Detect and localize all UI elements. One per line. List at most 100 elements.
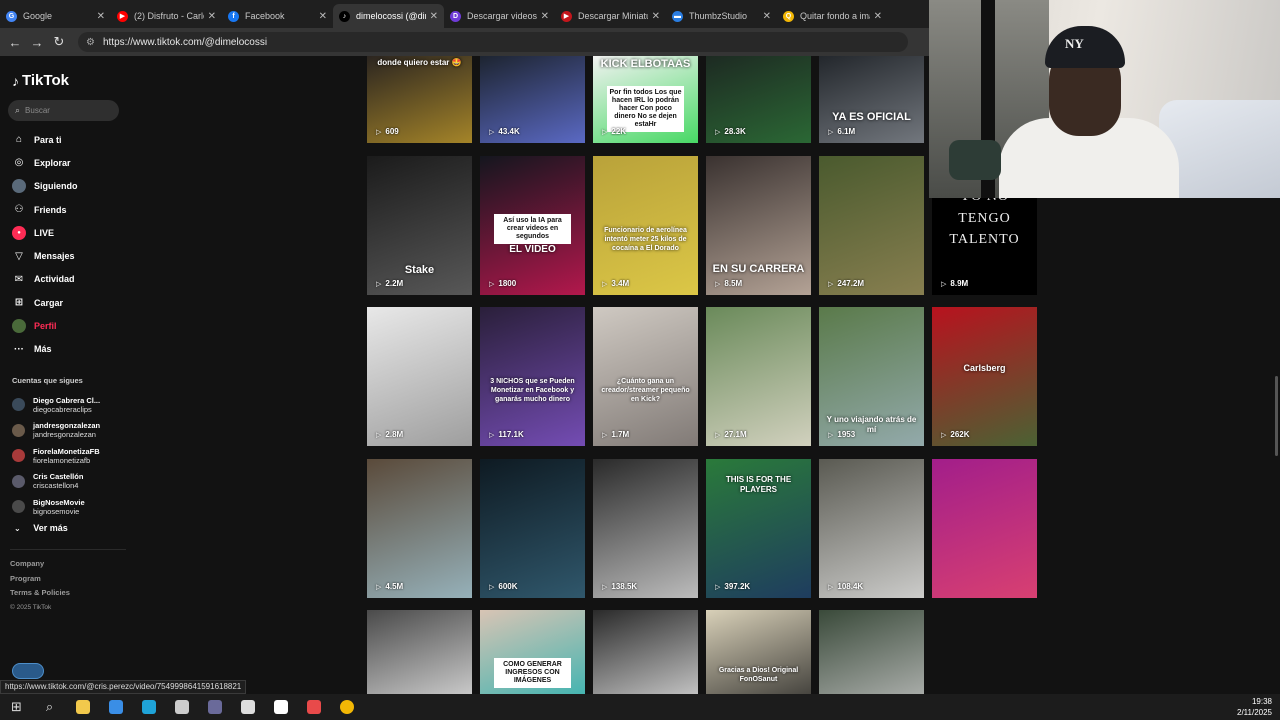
close-tab-icon[interactable]: ✕ xyxy=(208,11,216,22)
video-thumbnail[interactable]: EL VIDEO Así uso la IA para crear videos … xyxy=(480,156,585,295)
play-icon: ▷ xyxy=(489,280,495,288)
video-thumbnail[interactable]: Funcionario de aerolínea intentó meter 2… xyxy=(593,156,698,295)
video-thumbnail[interactable]: ▷ 28.3K xyxy=(706,56,811,143)
video-thumbnail[interactable]: Y uno viajando atrás de mí ▷ 1953 xyxy=(819,307,924,446)
close-tab-icon[interactable]: ✕ xyxy=(430,11,438,22)
url-text: https://www.tiktok.com/@dimelocossi xyxy=(102,36,268,48)
nav-item-label: Mensajes xyxy=(34,251,75,262)
video-thumbnail[interactable]: EN SU CARRERA ▷ 8.5M xyxy=(706,156,811,295)
video-thumbnail[interactable]: ▷ 108.4K xyxy=(819,459,924,598)
nav-item-friends[interactable]: ⚇ Friends xyxy=(12,198,122,221)
video-thumbnail[interactable]: THIS IS FOR THE PLAYERS ▷ 397.2K xyxy=(706,459,811,598)
sidebar: ♪ TikTok ⌕ Buscar ⌂ Para ti ◎ Explorar ● Sigu… xyxy=(0,56,128,694)
play-icon: ▷ xyxy=(376,280,382,288)
nav-item-siguiendo[interactable]: ● Siguiendo xyxy=(12,175,122,198)
store-icon[interactable] xyxy=(99,694,132,720)
nav-item-label: Cargar xyxy=(34,297,64,308)
video-thumbnail[interactable]: ▷ 4.5M xyxy=(367,459,472,598)
nav-item-label: Más xyxy=(34,344,52,355)
view-count-text: 2.2M xyxy=(385,279,404,288)
browser-tab[interactable]: ▬ ThumbzStudio ✕ xyxy=(666,4,777,28)
browser-tab[interactable]: G Google ✕ xyxy=(0,4,111,28)
forward-icon[interactable]: → xyxy=(26,35,48,50)
video-thumbnail[interactable]: ¿Cuánto gana un creador/streamer pequeño… xyxy=(593,307,698,446)
browser-tab[interactable]: ♪ dimelocossi (@dimelocossi) ✕ xyxy=(333,4,444,28)
video-thumbnail[interactable] xyxy=(819,610,924,694)
video-thumbnail[interactable]: 3 NICHOS que se Pueden Monetizar en Face… xyxy=(480,307,585,446)
nav-item-ms[interactable]: ··· Más xyxy=(12,338,122,361)
video-thumbnail[interactable]: YA ES OFICIAL ▷ 6.1M xyxy=(819,56,924,143)
floating-extension-button[interactable] xyxy=(12,663,44,679)
video-thumbnail[interactable]: Gracias a Dios! Original FonOSanut xyxy=(706,610,811,694)
following-account[interactable]: jandresgonzalezan jandresgonzalezan xyxy=(12,418,124,444)
windows-start-icon[interactable]: ⊞ xyxy=(0,694,33,720)
url-field[interactable]: ⚙ https://www.tiktok.com/@dimelocossi xyxy=(78,32,908,52)
close-tab-icon[interactable]: ✕ xyxy=(97,11,105,22)
video-thumbnail[interactable]: ▷ 600K xyxy=(480,459,585,598)
app2-icon[interactable] xyxy=(231,694,264,720)
nav-item-live[interactable]: ● LIVE xyxy=(12,221,122,244)
video-thumbnail[interactable] xyxy=(932,459,1037,598)
back-icon[interactable]: ← xyxy=(4,35,26,50)
search-icon[interactable]: ⌕ xyxy=(33,694,66,720)
footer-program-link[interactable]: Program xyxy=(10,572,70,587)
video-thumbnail[interactable]: COMO GENERAR INGRESOS CON IMÁGENES xyxy=(480,610,585,694)
play-icon: ▷ xyxy=(715,431,721,439)
video-thumbnail[interactable]: donde quiero estar 🤩 ▷ 609 xyxy=(367,56,472,143)
app-glyph xyxy=(273,700,288,714)
nav-item-actividad[interactable]: ✉ Actividad xyxy=(12,268,122,291)
obs-icon[interactable] xyxy=(198,694,231,720)
following-account[interactable]: Cris Castellón criscastellon4 xyxy=(12,469,124,495)
close-tab-icon[interactable]: ✕ xyxy=(319,11,327,22)
site-info-icon[interactable]: ⚙ xyxy=(86,37,95,48)
app-icon[interactable] xyxy=(165,694,198,720)
view-count-text: 8.5M xyxy=(724,279,743,288)
scrollbar-thumb[interactable] xyxy=(1275,376,1278,456)
browser-tab[interactable]: Q Quitar fondo a imagen ✕ xyxy=(777,4,888,28)
video-thumbnail[interactable]: ▷ 27.1M xyxy=(706,307,811,446)
browser-tab[interactable]: f Facebook ✕ xyxy=(222,4,333,28)
video-thumbnail[interactable]: KICK ELBOTAAS Por fin todos Los que hacen… xyxy=(593,56,698,143)
video-thumbnail[interactable]: Stake ▷ 2.2M xyxy=(367,156,472,295)
avatar xyxy=(12,500,25,514)
view-count: ▷ 247.2M xyxy=(828,279,864,288)
see-more-button[interactable]: ⌄ Ver más xyxy=(14,523,68,533)
nav-item-explorar[interactable]: ◎ Explorar xyxy=(12,151,122,174)
following-account[interactable]: BigNoseMovie bignosemovie xyxy=(12,494,124,520)
close-tab-icon[interactable]: ✕ xyxy=(652,11,660,22)
footer-company-link[interactable]: Company xyxy=(10,557,70,572)
search-input[interactable]: ⌕ Buscar xyxy=(8,100,119,121)
nav-item-parati[interactable]: ⌂ Para ti xyxy=(12,128,122,151)
browser-tab[interactable]: ▶ Descargar Miniaturas ✕ xyxy=(555,4,666,28)
video-thumbnail[interactable] xyxy=(593,610,698,694)
account-username: bignosemovie xyxy=(33,506,80,516)
close-tab-icon[interactable]: ✕ xyxy=(541,11,549,22)
close-tab-icon[interactable]: ✕ xyxy=(874,11,882,22)
video-thumbnail[interactable]: Carlsberg ▷ 262K xyxy=(932,307,1037,446)
edge-icon[interactable] xyxy=(132,694,165,720)
taskbar-apps: ⊞ ⌕ xyxy=(0,694,363,720)
footer-terms-link[interactable]: Terms & Policies xyxy=(10,586,70,601)
nav-item-label: Explorar xyxy=(34,157,71,168)
tiktok-app-icon[interactable] xyxy=(297,694,330,720)
file-explorer-icon[interactable] xyxy=(66,694,99,720)
close-tab-icon[interactable]: ✕ xyxy=(763,11,771,22)
nav-item-cargar[interactable]: ⊞ Cargar xyxy=(12,291,122,314)
video-thumbnail[interactable]: ▷ 2.8M xyxy=(367,307,472,446)
view-count-text: 2.8M xyxy=(385,430,404,439)
video-thumbnail[interactable]: ▷ 247.2M xyxy=(819,156,924,295)
video-thumbnail[interactable]: ▷ 43.4K xyxy=(480,56,585,143)
nav-item-perfil[interactable]: ● Perfil xyxy=(12,314,122,337)
chrome-icon[interactable] xyxy=(330,694,363,720)
tiktok-logo[interactable]: ♪ TikTok xyxy=(12,72,69,89)
video-thumbnail[interactable]: ▷ 138.5K xyxy=(593,459,698,598)
video-thumbnail[interactable] xyxy=(367,610,472,694)
browser-tab[interactable]: D Descargar videos ✕ xyxy=(444,4,555,28)
following-account[interactable]: FiorelaMonetizaFB fiorelamonetizafb xyxy=(12,443,124,469)
browser-tab[interactable]: ▶ (2) Disfruto - Carlos ✕ xyxy=(111,4,222,28)
reload-icon[interactable]: ↻ xyxy=(48,34,70,50)
nav-item-mensajes[interactable]: ▽ Mensajes xyxy=(12,244,122,267)
system-clock[interactable]: 19:38 2/11/2025 xyxy=(1237,696,1272,718)
capcut-icon[interactable] xyxy=(264,694,297,720)
following-account[interactable]: Diego Cabrera Cl... diegocabreraclips xyxy=(12,392,124,418)
